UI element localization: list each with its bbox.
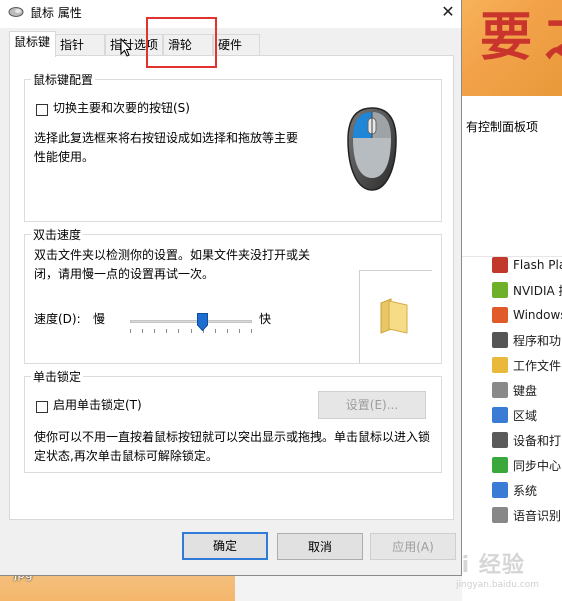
photo-char-1: 要	[480, 7, 533, 68]
slider-tick	[191, 329, 192, 333]
cancel-button[interactable]: 取消	[277, 533, 363, 560]
button-config-group: 鼠标键配置 切换主要和次要的按钮(S) 选择此复选框来将右按钮设成如选择和拖放等…	[24, 71, 442, 222]
control-panel-item[interactable]: 语音识别	[492, 504, 561, 526]
slider-tick	[154, 329, 155, 333]
control-panel-item-label: Windows	[513, 308, 562, 322]
control-panel-item-label: 区域	[513, 408, 538, 423]
apply-button[interactable]: 应用(A)	[370, 533, 456, 560]
control-panel-item[interactable]: 同步中心	[492, 454, 561, 476]
slider-track	[130, 320, 252, 323]
slider-tick	[215, 329, 216, 333]
tab-label: 指针选项	[110, 38, 159, 52]
switch-buttons-description: 选择此复选框来将右按钮设成如选择和拖放等主要性能使用。	[34, 131, 299, 164]
tab-buttons[interactable]: 鼠标键	[9, 31, 56, 57]
devices-printers-icon	[492, 432, 508, 448]
control-panel-item[interactable]: Flash Pla	[492, 254, 562, 276]
control-panel-item-label: 设备和打	[513, 433, 562, 448]
flash-icon	[492, 257, 508, 273]
double-click-description: 双击文件夹以检测你的设置。如果文件夹没打开或关闭，请用慢一点的设置再试一次。	[34, 248, 311, 281]
control-panel-item-label: 同步中心	[513, 458, 562, 473]
control-panel-item[interactable]: 设备和打	[492, 429, 561, 451]
nvidia-icon	[492, 282, 508, 298]
region-icon	[492, 407, 508, 423]
slow-label: 慢	[93, 312, 106, 326]
click-lock-settings-button[interactable]: 设置(E)...	[318, 391, 426, 419]
mouse-properties-dialog: 鼠标 属性 ✕ 指针 指针选项 滑轮 硬件 鼠标键 鼠标键配置 切换主要和次要的…	[0, 0, 462, 576]
window-title: 鼠标 属性	[30, 6, 82, 20]
control-panel-item[interactable]: Windows	[492, 304, 562, 326]
group-label: 鼠标键配置	[31, 71, 96, 88]
click-lock-checkbox[interactable]	[36, 401, 48, 413]
sync-center-icon	[492, 457, 508, 473]
tab-pointers[interactable]: 指针	[55, 34, 105, 55]
system-icon	[492, 482, 508, 498]
tab-hardware[interactable]: 硬件	[213, 34, 260, 55]
control-panel-item-label: 工作文件	[513, 358, 562, 373]
tab-label: 滑轮	[168, 38, 193, 52]
ok-button[interactable]: 确定	[182, 532, 268, 560]
mouse-illustration-icon	[347, 107, 397, 191]
group-label: 双击速度	[31, 226, 84, 243]
click-lock-description: 使你可以不用一直按着鼠标按钮就可以突出显示或拖拽。单击鼠标以进入锁定状态,再次单…	[34, 430, 431, 463]
tab-pointer-options[interactable]: 指针选项	[105, 34, 163, 55]
title-bar[interactable]: 鼠标 属性 ✕	[0, 0, 461, 28]
control-panel-item-label: 程序和功	[513, 333, 562, 348]
click-lock-group: 单击锁定 启用单击锁定(T) 设置(E)... 使你可以不用一直按着鼠标按钮就可…	[24, 368, 442, 473]
slider-thumb[interactable]	[197, 313, 208, 332]
slider-tick	[130, 329, 131, 333]
control-panel-item[interactable]: 工作文件	[492, 354, 561, 376]
mouse-cursor-icon	[120, 38, 132, 57]
control-panel-item[interactable]: 系统	[492, 479, 537, 501]
control-panel-item[interactable]: 程序和功	[492, 329, 561, 351]
control-panel-item-label: 键盘	[513, 383, 538, 398]
tab-wheel[interactable]: 滑轮	[163, 34, 213, 55]
test-area[interactable]	[359, 270, 432, 363]
control-panel-item-label: NVIDIA 控	[513, 283, 562, 298]
work-folders-icon	[492, 357, 508, 373]
all-control-panel-items-breadcrumb[interactable]: 有控制面板项	[466, 118, 538, 135]
double-click-speed-slider[interactable]	[130, 313, 252, 335]
double-click-speed-group: 双击速度 双击文件夹以检测你的设置。如果文件夹没打开或关闭，请用慢一点的设置再试…	[24, 226, 442, 364]
fast-label: 快	[259, 312, 272, 326]
slider-tick	[227, 329, 228, 333]
tab-panel: 鼠标键配置 切换主要和次要的按钮(S) 选择此复选框来将右按钮设成如选择和拖放等…	[9, 55, 454, 520]
background-photo: 要 之	[462, 0, 562, 96]
folder-icon[interactable]	[379, 297, 409, 335]
tab-label: 指针	[60, 38, 85, 52]
group-label: 单击锁定	[31, 368, 84, 385]
slider-tick	[251, 329, 252, 333]
mouse-app-icon	[8, 7, 24, 17]
switch-buttons-checkbox[interactable]	[36, 104, 48, 116]
windows-defender-icon	[492, 307, 508, 323]
close-icon[interactable]: ✕	[436, 1, 460, 25]
control-panel-item-label: Flash Pla	[513, 258, 562, 272]
watermark-url: jingyan.baidu.com	[456, 580, 540, 590]
control-panel-item[interactable]: NVIDIA 控	[492, 279, 562, 301]
slider-tick	[142, 329, 143, 333]
programs-icon	[492, 332, 508, 348]
speed-label: 速度(D):	[34, 312, 81, 326]
control-panel-item[interactable]: 区域	[492, 404, 537, 426]
click-lock-label[interactable]: 启用单击锁定(T)	[53, 396, 142, 415]
control-panel-item-label: 语音识别	[513, 508, 562, 523]
photo-char-2: 之	[544, 12, 562, 64]
switch-buttons-label[interactable]: 切换主要和次要的按钮(S)	[53, 99, 190, 118]
control-panel-item[interactable]: 键盘	[492, 379, 537, 401]
slider-tick	[166, 329, 167, 333]
tab-label: 硬件	[218, 38, 243, 52]
keyboard-icon	[492, 382, 508, 398]
slider-tick	[178, 329, 179, 333]
slider-tick	[239, 329, 240, 333]
control-panel-item-label: 系统	[513, 483, 538, 498]
tab-label: 鼠标键	[14, 35, 51, 49]
speech-recognition-icon	[492, 507, 508, 523]
